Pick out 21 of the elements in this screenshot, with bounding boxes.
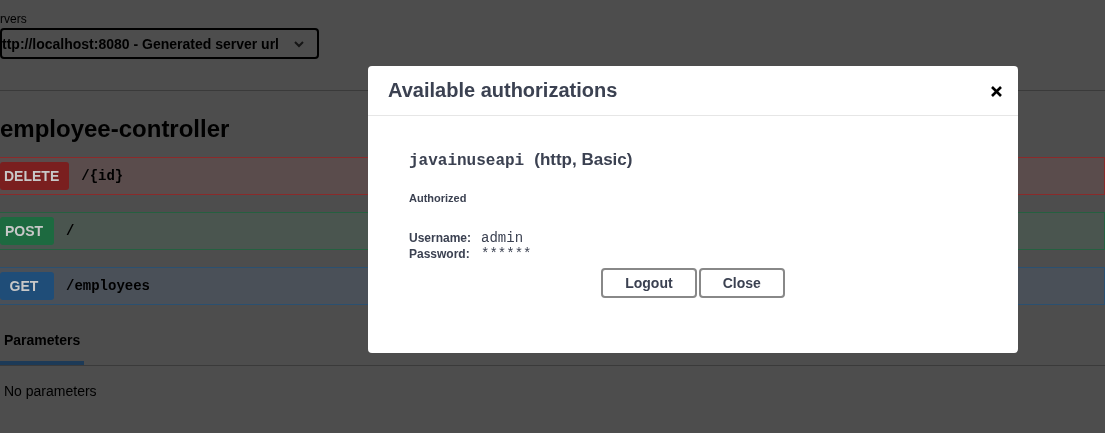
method-badge: POST	[0, 217, 54, 245]
field-label: Password:	[409, 247, 471, 261]
dialog-title: Available authorizations	[388, 79, 618, 102]
close-button[interactable]: Close	[698, 268, 785, 298]
servers-label: rvers	[0, 12, 28, 26]
method-badge: DELETE	[0, 162, 70, 190]
field-value: ******	[481, 246, 532, 262]
controller-heading: employee-controller	[0, 115, 230, 143]
close-icon[interactable]	[991, 85, 1002, 96]
scheme-type: (http, Basic)	[534, 150, 633, 170]
field-label: Username:	[409, 231, 472, 245]
endpoint-path: /	[66, 223, 75, 239]
logout-button[interactable]: Logout	[601, 268, 697, 298]
scheme-name: javainuseapi	[409, 152, 525, 170]
no-parameters-text: No parameters	[3, 382, 98, 401]
field-value: admin	[481, 230, 525, 246]
chevron-down-icon	[293, 39, 305, 48]
endpoint-path: /{id}	[81, 168, 124, 184]
endpoint-path: /employees	[66, 278, 150, 294]
method-badge: GET	[0, 272, 54, 300]
authorized-status: Authorized	[409, 192, 467, 204]
